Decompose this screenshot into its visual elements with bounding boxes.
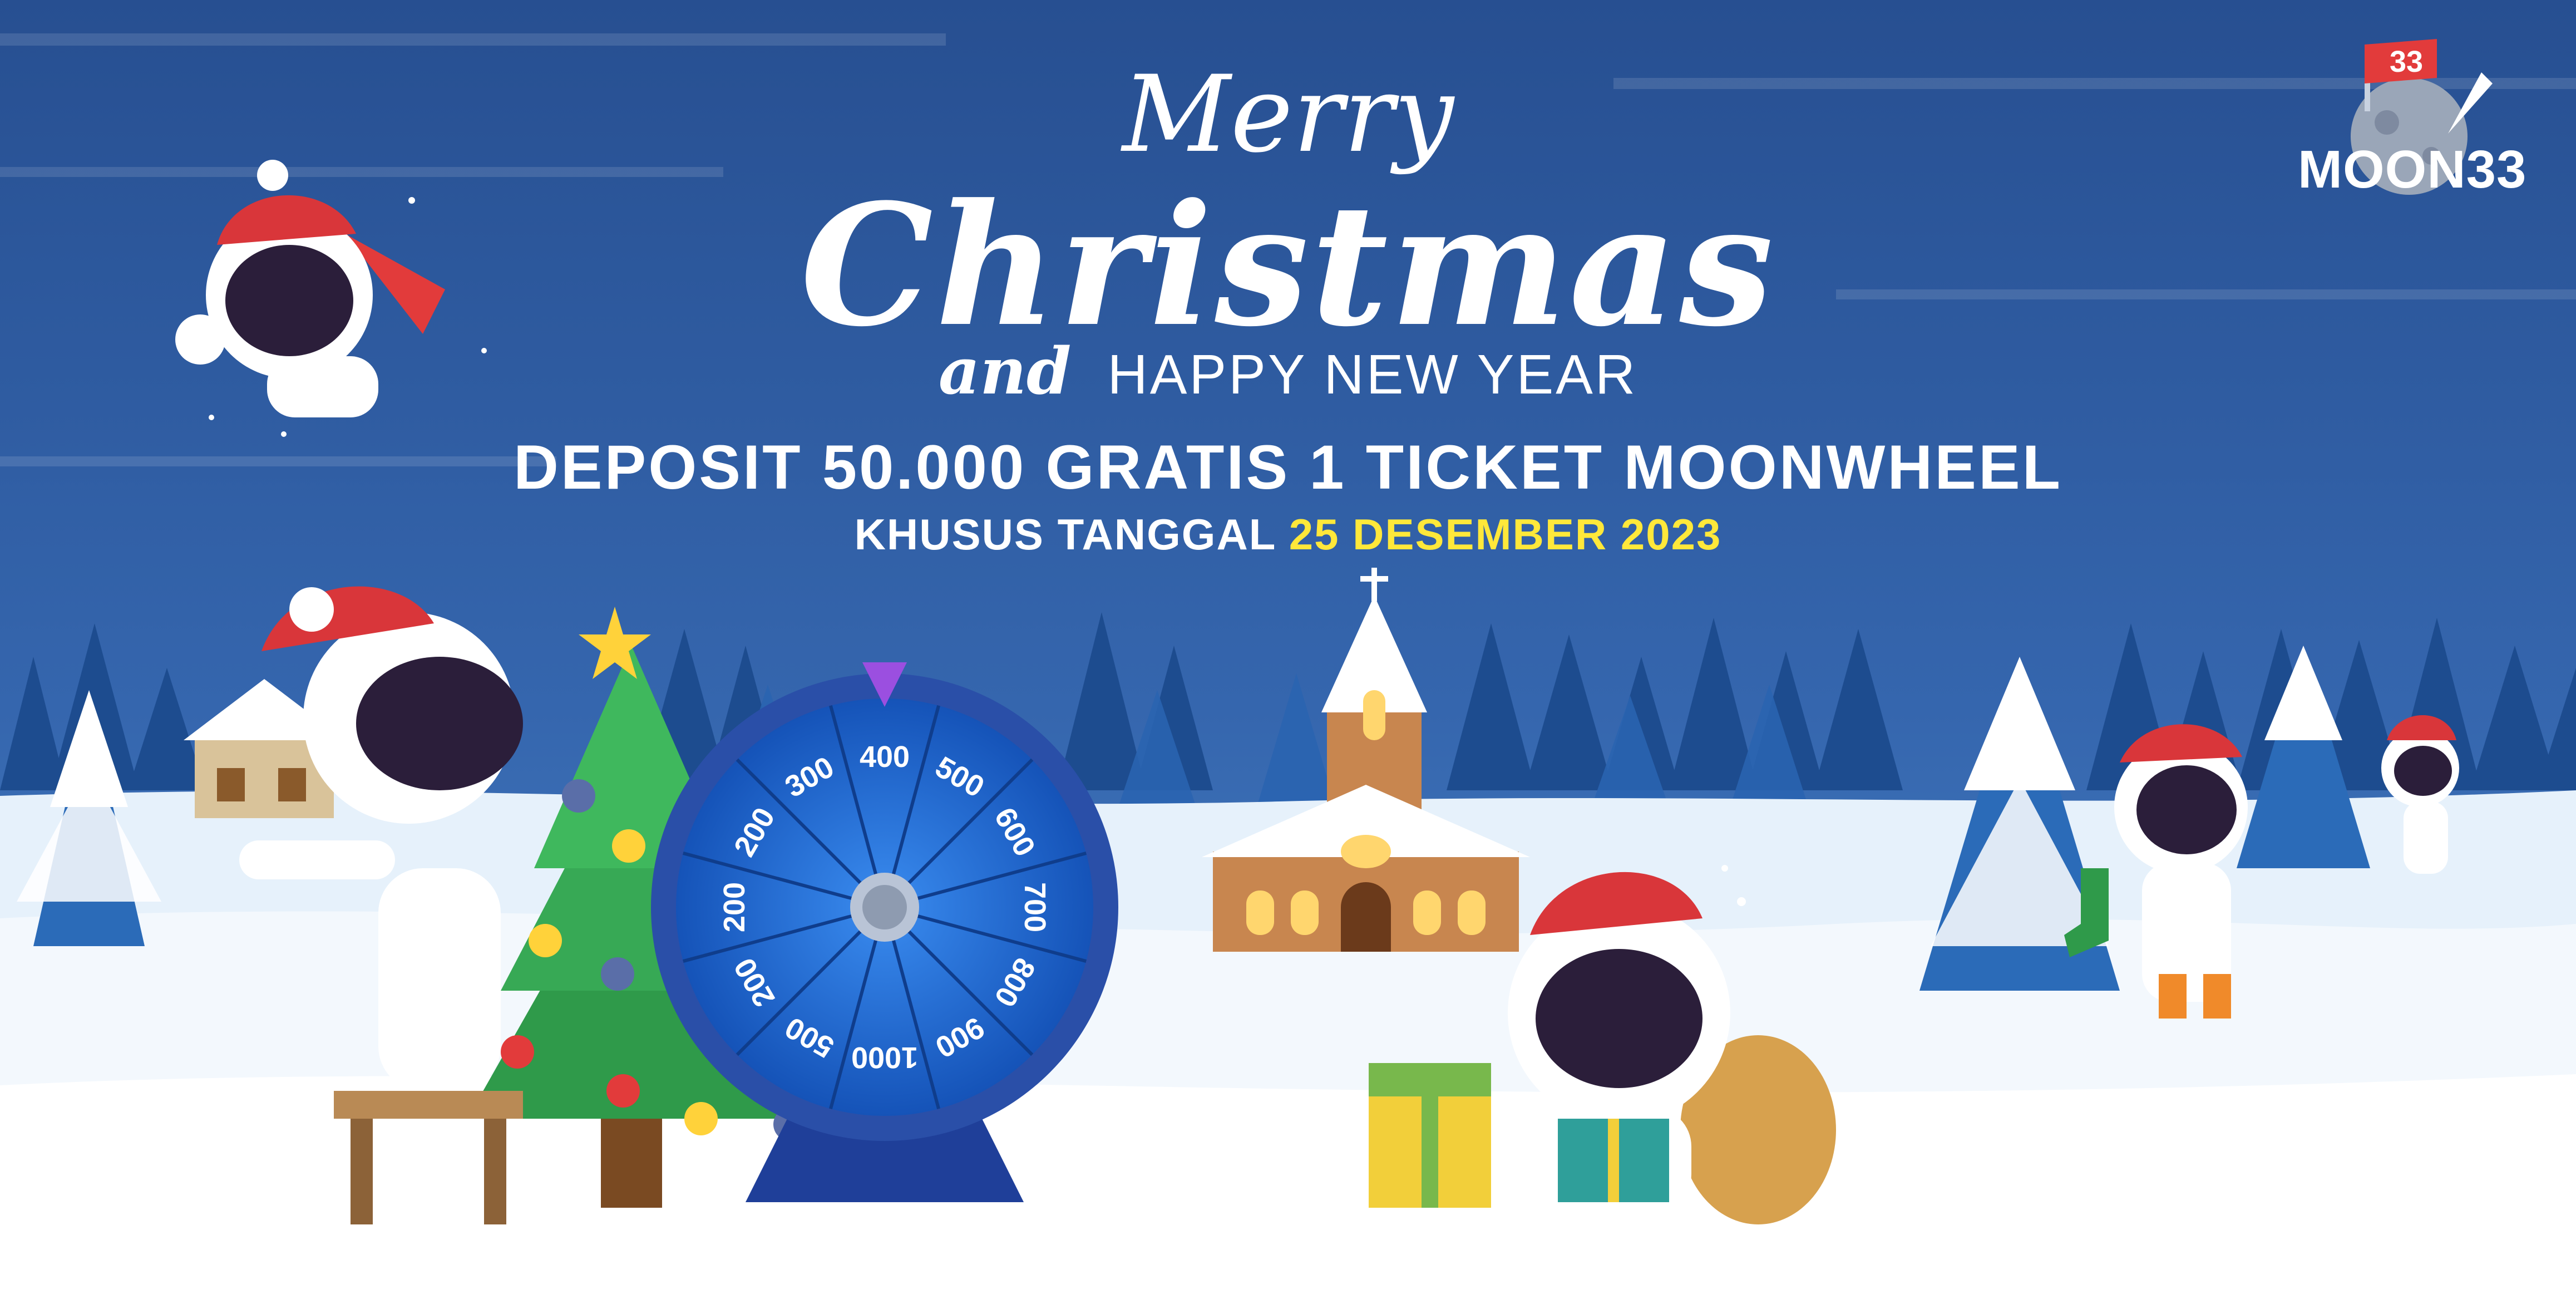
moon33-logo-text: MOON33: [2298, 140, 2527, 199]
wheel-segment-label: 400: [860, 740, 910, 774]
date-prefix: KHUSUS TANGGAL: [854, 510, 1276, 559]
merry-heading: Merry: [1122, 53, 1454, 176]
promo-date-line: KHUSUS TANGGAL 25 DESEMBER 2023: [0, 509, 2576, 560]
wheel-segment-label: 700: [1018, 882, 1052, 932]
wheel-segment-label: 1000: [851, 1041, 918, 1074]
happy-new-year-line: and HAPPY NEW YEAR: [0, 334, 2576, 409]
date-highlight: 25 DESEMBER 2023: [1289, 510, 1722, 559]
logo-flag-number: 33: [2389, 45, 2424, 78]
and-text: and: [938, 334, 1072, 409]
promo-headline: DEPOSIT 50.000 GRATIS 1 TICKET MOONWHEEL: [513, 432, 2063, 502]
happy-new-year-text: HAPPY NEW YEAR: [1107, 343, 1638, 406]
wheel-segment-label: 200: [718, 882, 751, 932]
